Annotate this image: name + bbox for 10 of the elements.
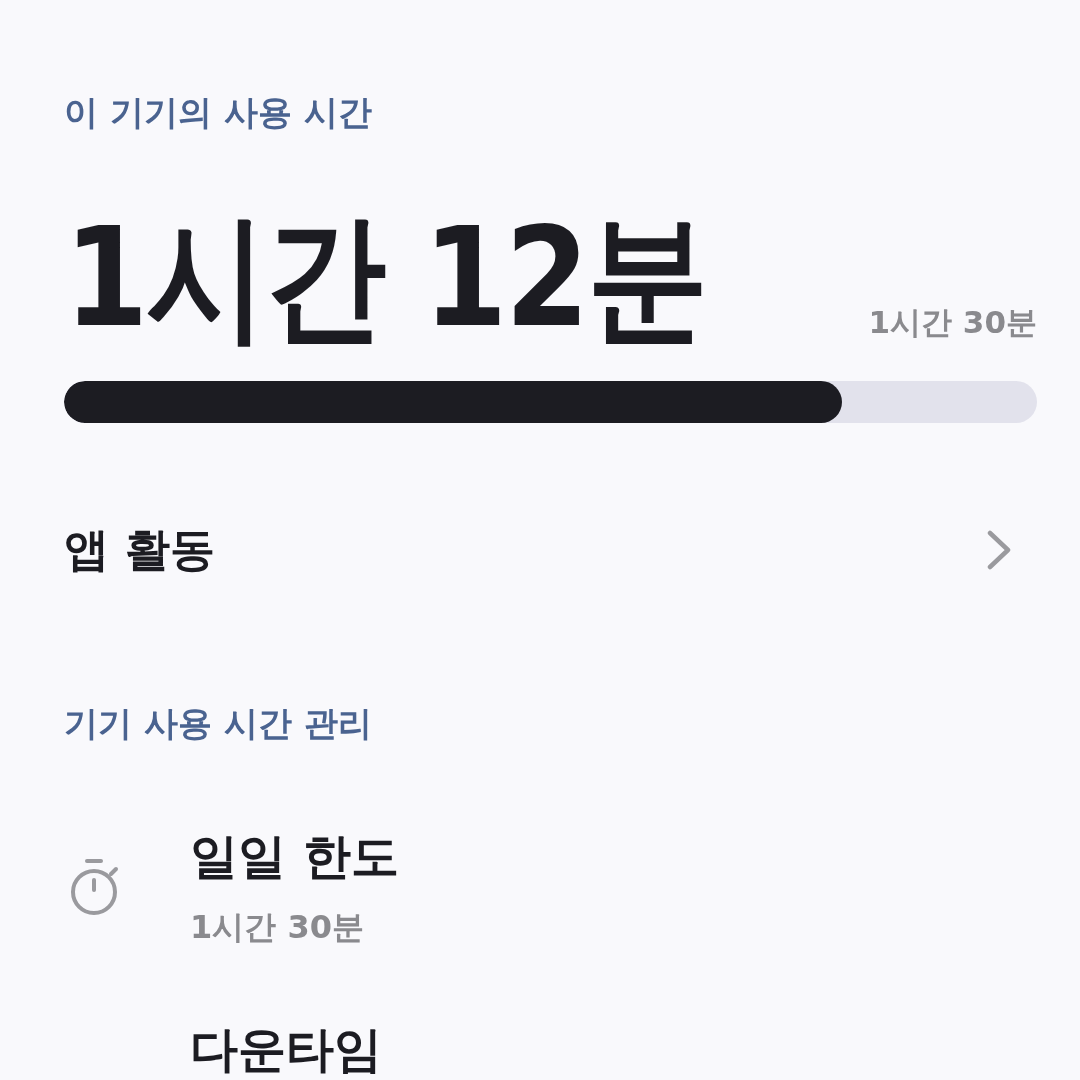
- app-activity-row[interactable]: 앱 활동: [64, 522, 1037, 577]
- section-heading: 기기 사용 시간 관리: [64, 702, 372, 744]
- chevron-right-icon: [987, 529, 1011, 570]
- limit-text: 1시간 30분: [868, 303, 1037, 341]
- usage-total: 1시간 12분: [64, 208, 706, 347]
- setting-title[interactable]: 일일 한도: [190, 827, 399, 886]
- stopwatch-icon: [70, 858, 120, 917]
- setting-value: 1시간 30분: [190, 908, 364, 947]
- section-heading: 이 기기의 사용 시간: [64, 92, 372, 133]
- setting-title[interactable]: 다운타임: [190, 1020, 382, 1079]
